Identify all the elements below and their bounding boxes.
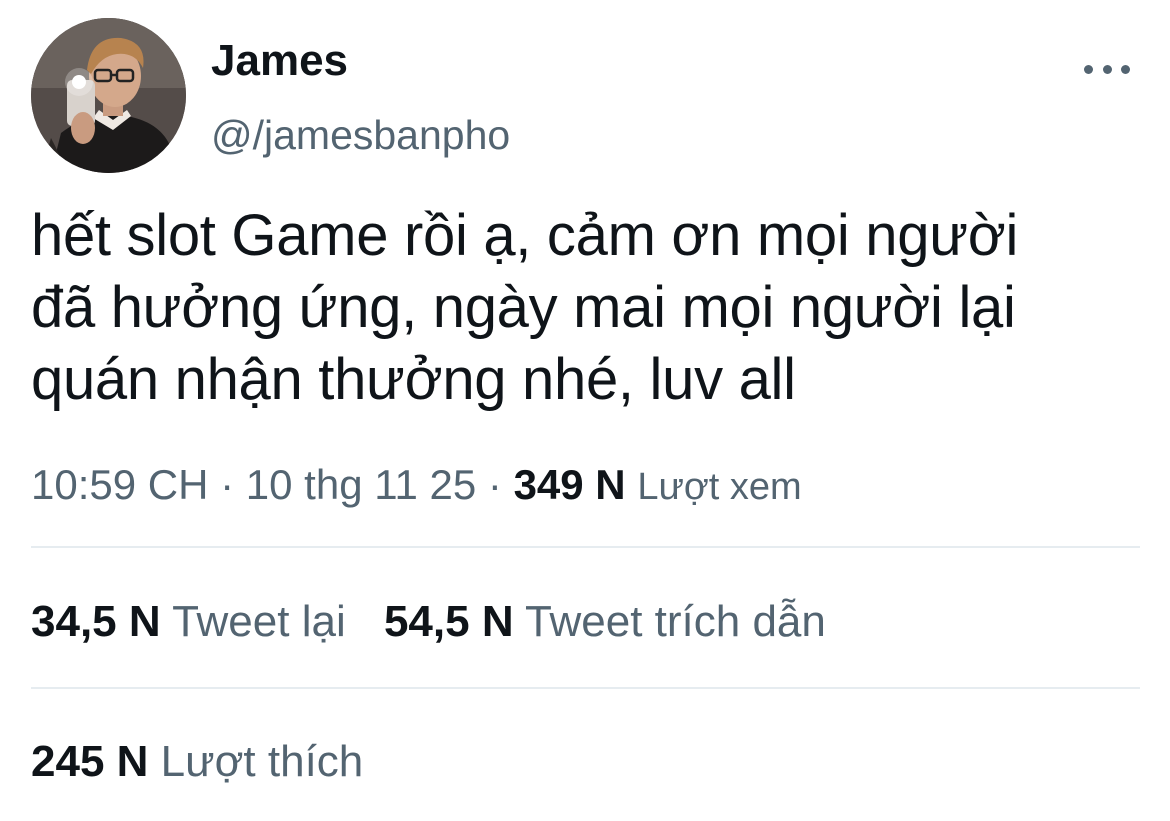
more-dot <box>1121 64 1130 74</box>
tweet-text: hết slot Game rồi ạ, cảm ơn mọi người đã… <box>31 200 1141 416</box>
quotes-label: Tweet trích dẫn <box>525 597 826 646</box>
quotes-count: 54,5 N <box>383 597 514 646</box>
divider <box>31 546 1140 548</box>
views-count: 349 N <box>513 461 626 508</box>
divider <box>31 687 1140 689</box>
engagement-stats-row: 34,5 N Tweet lại 54,5 N Tweet trích dẫn <box>31 596 826 648</box>
avatar[interactable] <box>31 18 186 173</box>
meta-separator: · <box>487 461 502 508</box>
more-dot <box>1084 64 1093 74</box>
likes-stat[interactable]: 245 N Lượt thích <box>31 736 363 788</box>
user-handle[interactable]: @/jamesbanpho <box>211 111 510 159</box>
more-dot <box>1102 64 1112 74</box>
avatar-photo <box>31 18 186 173</box>
retweets-count: 34,5 N <box>31 597 161 646</box>
tweet-meta: 10:59 CH · 10 thg 11 25 · 349 N Lượt xem <box>31 459 802 513</box>
tweet-detail: James @/jamesbanpho hết slot Game rồi ạ,… <box>0 0 1170 821</box>
more-icon[interactable] <box>1084 56 1130 82</box>
tweet-time[interactable]: 10:59 CH <box>31 461 208 508</box>
tweet-date[interactable]: 10 thg 11 25 <box>246 461 476 508</box>
likes-count: 245 N <box>31 737 149 786</box>
likes-row: 245 N Lượt thích <box>31 736 363 788</box>
retweets-stat[interactable]: 34,5 N Tweet lại <box>31 596 346 648</box>
quotes-stat[interactable]: 54,5 N Tweet trích dẫn <box>384 596 826 648</box>
tweet-text-line: quán nhận thưởng nhé, luv all <box>31 347 796 412</box>
tweet-text-line: đã hưởng ứng, ngày mai mọi người lại <box>31 275 1016 340</box>
likes-label: Lượt thích <box>160 737 364 786</box>
tweet-text-line: hết slot Game rồi ạ, cảm ơn mọi người <box>31 203 1019 268</box>
display-name[interactable]: James <box>211 36 348 86</box>
retweets-label: Tweet lại <box>172 597 346 646</box>
views-label: Lượt xem <box>637 466 802 508</box>
meta-separator: · <box>220 461 235 508</box>
